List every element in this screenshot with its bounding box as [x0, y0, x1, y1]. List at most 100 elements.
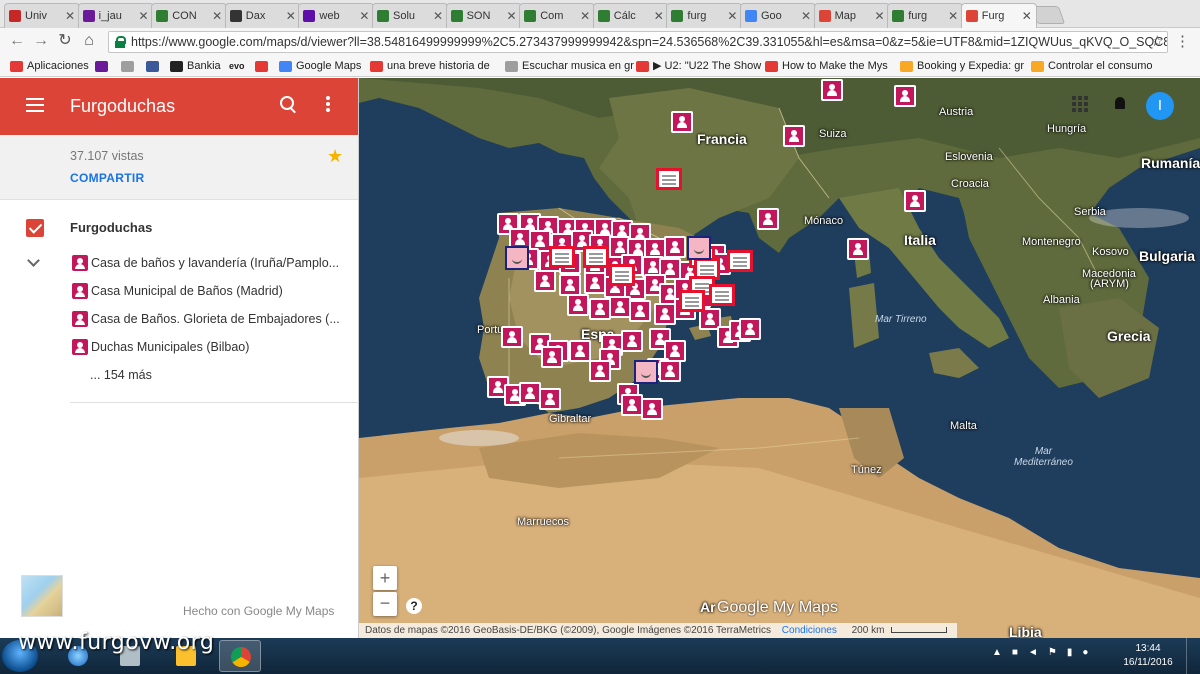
close-tab-icon[interactable]: ✕: [948, 9, 958, 23]
person-marker-icon[interactable]: [757, 208, 779, 230]
back-icon[interactable]: ←: [8, 32, 26, 50]
browser-tab[interactable]: furg ✕: [887, 3, 964, 28]
close-tab-icon[interactable]: ✕: [65, 9, 75, 23]
close-tab-icon[interactable]: ✕: [801, 9, 811, 23]
network-icon[interactable]: ▮: [1067, 647, 1073, 658]
bookmark-item[interactable]: How to Make the Mys: [765, 59, 888, 73]
person-marker-icon[interactable]: [629, 300, 651, 322]
shower-marker-icon[interactable]: [727, 250, 753, 272]
close-tab-icon[interactable]: ✕: [654, 9, 664, 23]
bookmark-item[interactable]: ▶ U2: "U22 The Show: [636, 59, 761, 73]
person-marker-icon[interactable]: [671, 111, 693, 133]
person-marker-icon[interactable]: [609, 296, 631, 318]
browser-tab[interactable]: Map ✕: [813, 3, 890, 28]
close-tab-icon[interactable]: ✕: [580, 9, 590, 23]
person-marker-icon[interactable]: [821, 79, 843, 101]
person-marker-icon[interactable]: [589, 360, 611, 382]
browser-tab[interactable]: i_jau ✕: [77, 3, 154, 28]
close-tab-icon[interactable]: ✕: [139, 9, 149, 23]
reload-icon[interactable]: ↻: [56, 32, 74, 50]
bookmark-item[interactable]: [95, 59, 112, 73]
close-tab-icon[interactable]: ✕: [359, 9, 369, 23]
map-thumbnail[interactable]: [21, 575, 63, 617]
bath-marker-icon[interactable]: [505, 246, 529, 270]
bookmark-item[interactable]: Google Maps: [279, 59, 361, 73]
close-tab-icon[interactable]: ✕: [507, 9, 517, 23]
person-marker-icon[interactable]: [904, 190, 926, 212]
person-marker-icon[interactable]: [559, 274, 581, 296]
bookmark-item[interactable]: Aplicaciones: [10, 59, 89, 73]
person-marker-icon[interactable]: [847, 238, 869, 260]
share-button[interactable]: COMPARTIR: [70, 171, 144, 185]
bath-marker-icon[interactable]: [634, 360, 658, 384]
bookmark-item[interactable]: Escuchar musica en gr: [505, 59, 634, 73]
browser-tab[interactable]: web ✕: [298, 3, 375, 28]
bookmark-item[interactable]: Booking y Expedia: gr: [900, 59, 1024, 73]
browser-tab[interactable]: CON ✕: [151, 3, 228, 28]
search-icon[interactable]: [280, 96, 298, 114]
close-tab-icon[interactable]: ✕: [433, 9, 443, 23]
more-vert-icon[interactable]: [326, 96, 332, 114]
close-tab-icon[interactable]: ✕: [212, 9, 222, 23]
person-marker-icon[interactable]: [501, 326, 523, 348]
bookmark-item[interactable]: [255, 59, 272, 73]
chevron-down-icon[interactable]: [27, 254, 40, 267]
browser-tab[interactable]: Dax ✕: [224, 3, 301, 28]
bath-marker-icon[interactable]: [687, 236, 711, 260]
terms-link[interactable]: Condiciones: [782, 625, 837, 636]
shower-marker-icon[interactable]: [583, 246, 609, 268]
person-marker-icon[interactable]: [654, 303, 676, 325]
bookmark-item[interactable]: Bankia: [170, 59, 221, 73]
tray-app-icon[interactable]: ■: [1012, 647, 1018, 658]
person-marker-icon[interactable]: [589, 298, 611, 320]
shower-marker-icon[interactable]: [609, 264, 635, 286]
person-marker-icon[interactable]: [641, 398, 663, 420]
taskbar-clock[interactable]: 13:44 16/11/2016: [1122, 642, 1174, 670]
satellite-map[interactable]: Francia Austria Hungría Suiza Eslovenia …: [359, 78, 1200, 638]
person-marker-icon[interactable]: [534, 270, 556, 292]
browser-tab[interactable]: furg ✕: [666, 3, 743, 28]
close-tab-icon[interactable]: ✕: [875, 9, 885, 23]
person-marker-icon[interactable]: [894, 85, 916, 107]
shower-marker-icon[interactable]: [549, 246, 575, 268]
close-tab-icon[interactable]: ✕: [1022, 9, 1032, 23]
apps-grid-icon[interactable]: [1072, 96, 1088, 112]
place-item[interactable]: Casa de Baños. Glorieta de Embajadores (…: [72, 309, 340, 329]
bookmark-item[interactable]: [121, 59, 138, 73]
zoom-out-button[interactable]: −: [373, 592, 397, 616]
person-marker-icon[interactable]: [621, 394, 643, 416]
person-marker-icon[interactable]: [539, 388, 561, 410]
person-marker-icon[interactable]: [569, 340, 591, 362]
person-marker-icon[interactable]: [659, 360, 681, 382]
shower-marker-icon[interactable]: [709, 284, 735, 306]
shower-marker-icon[interactable]: [679, 290, 705, 312]
zoom-in-button[interactable]: +: [373, 566, 397, 590]
person-marker-icon[interactable]: [567, 294, 589, 316]
help-button[interactable]: ?: [406, 598, 422, 614]
show-desktop-button[interactable]: [1186, 638, 1200, 674]
person-marker-icon[interactable]: [584, 272, 606, 294]
address-bar[interactable]: https://www.google.com/maps/d/viewer?ll=…: [108, 31, 1168, 53]
hamburger-menu-icon[interactable]: [26, 98, 44, 112]
volume-icon[interactable]: ◄: [1028, 647, 1038, 658]
browser-tab[interactable]: Goo ✕: [740, 3, 816, 28]
browser-tab[interactable]: Cálc ✕: [592, 3, 669, 28]
home-icon[interactable]: ⌂: [80, 32, 98, 50]
browser-tab[interactable]: SON ✕: [445, 3, 522, 28]
place-item[interactable]: Casa de baños y lavandería (Iruña/Pamplo…: [72, 253, 339, 273]
taskbar-chrome[interactable]: [219, 640, 261, 672]
close-tab-icon[interactable]: ✕: [286, 9, 296, 23]
person-marker-icon[interactable]: [519, 382, 541, 404]
layer-checkbox[interactable]: [26, 219, 44, 237]
bookmark-item[interactable]: [146, 59, 163, 73]
place-item[interactable]: Casa Municipal de Baños (Madrid): [72, 281, 283, 301]
close-tab-icon[interactable]: ✕: [727, 9, 737, 23]
browser-tab[interactable]: Solu ✕: [372, 3, 448, 28]
person-marker-icon[interactable]: [621, 330, 643, 352]
person-marker-icon[interactable]: [739, 318, 761, 340]
person-marker-icon[interactable]: [783, 125, 805, 147]
bookmark-star-icon[interactable]: ☆: [1151, 32, 1164, 50]
browser-menu-icon[interactable]: ⋮: [1175, 32, 1190, 50]
bookmark-item[interactable]: una breve historia de: [370, 59, 490, 73]
place-item[interactable]: Duchas Municipales (Bilbao): [72, 337, 249, 357]
